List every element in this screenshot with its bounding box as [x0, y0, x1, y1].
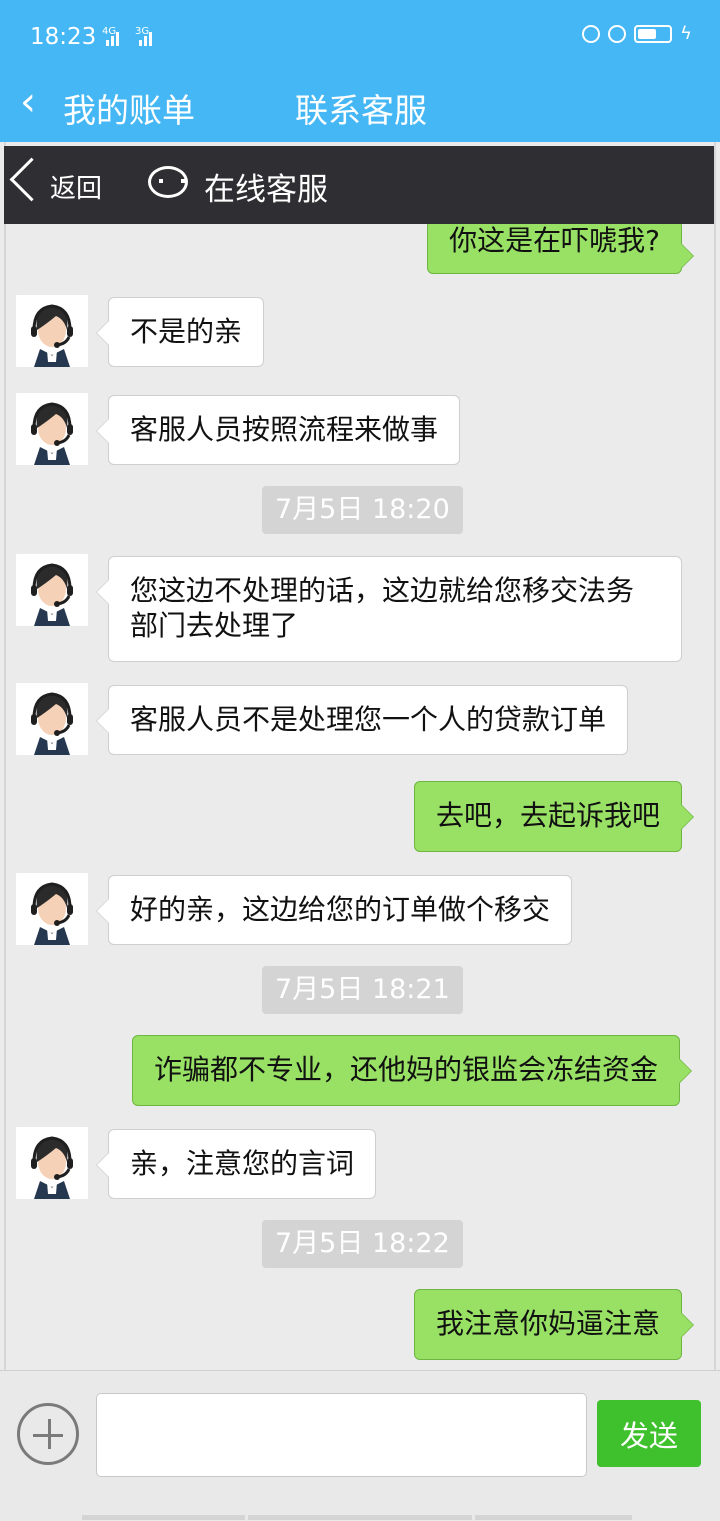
- agent-avatar: [16, 295, 88, 367]
- message-input[interactable]: [96, 1393, 587, 1477]
- agent-avatar: [16, 873, 88, 945]
- charging-icon: ϟ: [680, 23, 692, 44]
- alarm-icon: [608, 25, 627, 43]
- customer-service-agent-icon: [16, 1127, 88, 1199]
- message-bubble-right: 诈骗都不专业，还他妈的银监会冻结资金: [131, 1035, 693, 1106]
- chat-header: 返回 在线客服: [4, 146, 714, 224]
- message-bubble-left: 不是的亲: [95, 297, 265, 367]
- signal-strength-icon: [139, 28, 157, 46]
- chevron-left-icon[interactable]: [9, 157, 54, 202]
- customer-service-agent-icon: [16, 683, 88, 755]
- chat-bubble-icon: [148, 166, 188, 198]
- agent-avatar: [16, 554, 88, 626]
- message-bubble-right: 我注意你妈逼注意: [413, 1289, 695, 1360]
- bottom-navigation-tabs: [82, 1515, 632, 1520]
- battery-icon: [634, 25, 673, 43]
- message-bubble-left: 亲，注意您的言词: [95, 1129, 377, 1199]
- send-button[interactable]: 发送: [597, 1400, 701, 1467]
- timestamp-divider: 7月5日 18:21: [262, 966, 463, 1014]
- agent-avatar: [16, 683, 88, 755]
- message-bubble-left: 客服人员按照流程来做事: [95, 395, 461, 465]
- customer-service-agent-icon: [16, 873, 88, 945]
- timestamp-divider: 7月5日 18:22: [262, 1220, 463, 1268]
- app-header: ‹ 我的账单 联系客服: [0, 70, 720, 142]
- my-bill-link[interactable]: 我的账单: [63, 84, 195, 132]
- status-icons: ϟ: [582, 25, 692, 43]
- chat-title: 在线客服: [204, 172, 328, 208]
- customer-service-agent-icon: [16, 393, 88, 465]
- message-bubble-right: 你这是在吓唬我?: [427, 224, 694, 274]
- contact-service-title: 联系客服: [295, 91, 427, 130]
- customer-service-agent-icon: [16, 295, 88, 367]
- status-bar: 18:23 4G 3G ϟ: [0, 0, 720, 70]
- message-bubble-left: 好的亲，这边给您的订单做个移交: [95, 875, 573, 945]
- message-bubble-left: 客服人员不是处理您一个人的贷款订单: [95, 685, 629, 755]
- agent-avatar: [16, 393, 88, 465]
- lock-rotation-icon: [582, 25, 601, 43]
- signal-strength-icon: [106, 28, 124, 46]
- agent-avatar: [16, 1127, 88, 1199]
- status-time: 18:23: [30, 24, 97, 50]
- customer-service-agent-icon: [16, 554, 88, 626]
- chat-back-button[interactable]: 返回: [50, 168, 102, 205]
- message-bubble-left: 您这边不处理的话，这边就给您移交法务部门去处理了: [96, 556, 682, 662]
- message-bubble-right: 去吧，去起诉我吧: [413, 781, 695, 852]
- message-composer: 发送: [0, 1370, 720, 1521]
- timestamp-divider: 7月5日 18:20: [262, 486, 463, 534]
- plus-icon[interactable]: [17, 1403, 79, 1465]
- back-arrow-icon[interactable]: ‹: [20, 82, 36, 122]
- message-list[interactable]: 你这是在吓唬我? 不是的亲 客服人员按照流程来做事 7月5日 18:20 您这边…: [0, 224, 720, 1370]
